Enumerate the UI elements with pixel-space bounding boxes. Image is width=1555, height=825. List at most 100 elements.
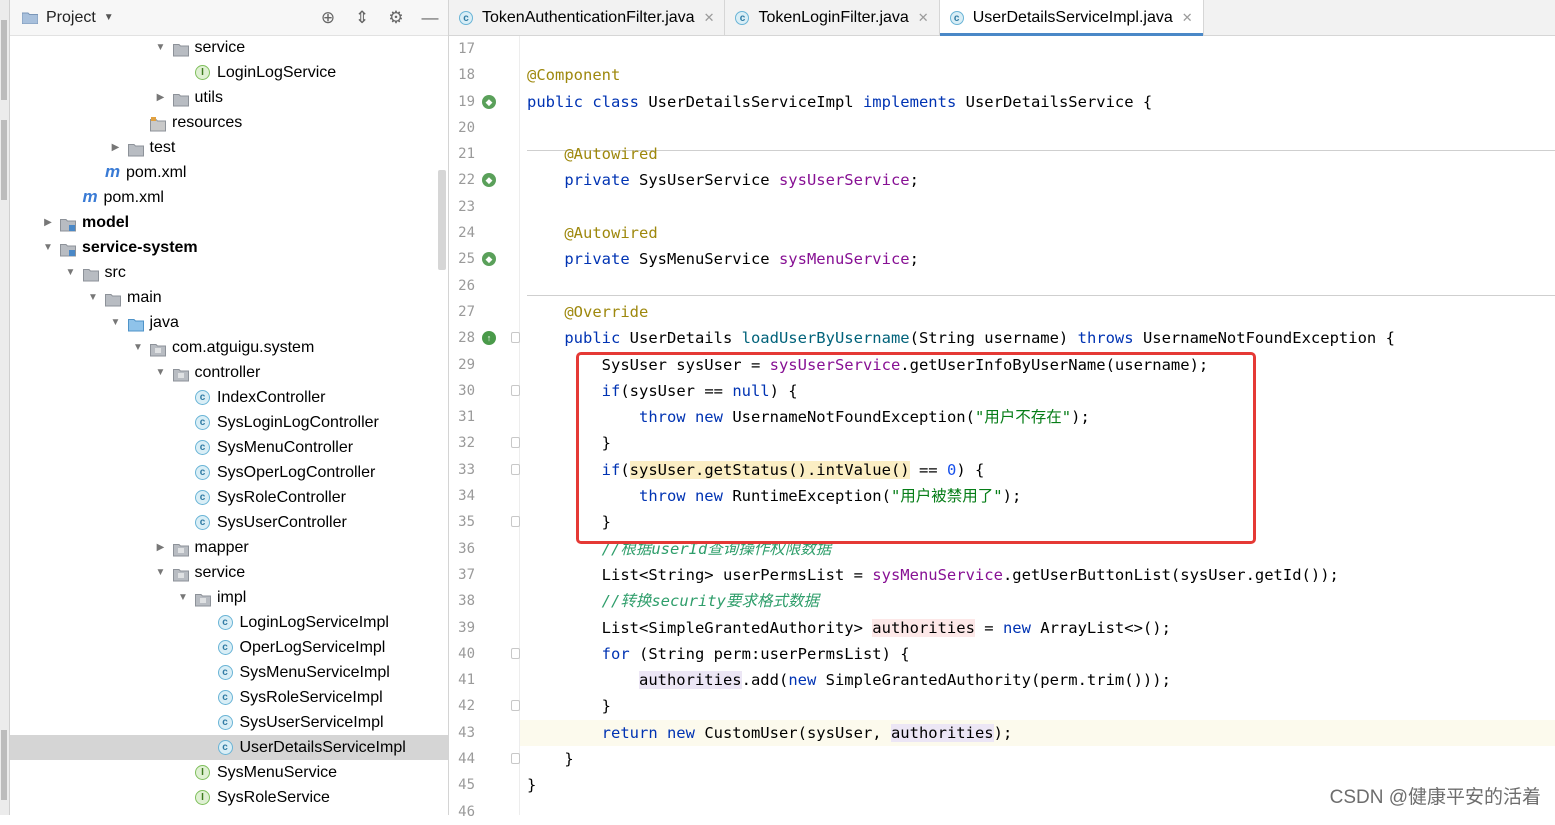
tree-item-label: pom.xml bbox=[126, 164, 187, 181]
tree-item[interactable]: c SysMenuServiceImpl bbox=[10, 660, 448, 685]
code-token: sysMenuService bbox=[872, 565, 1003, 584]
code-line[interactable]: //转换security要求格式数据 bbox=[520, 588, 1555, 614]
fold-marker-icon[interactable] bbox=[511, 332, 520, 344]
expand-arrow-down-icon[interactable]: ▼ bbox=[42, 235, 54, 260]
fold-marker-icon[interactable] bbox=[511, 753, 520, 765]
tree-item[interactable]: I LoginLogService bbox=[10, 60, 448, 85]
code-line[interactable]: return new CustomUser(sysUser, authoriti… bbox=[520, 719, 1555, 747]
tab-tokenloginfilter-java[interactable]: c TokenLoginFilter.java ✕ bbox=[725, 0, 940, 35]
tree-item[interactable]: c SysLoginLogController bbox=[10, 410, 448, 435]
fold-marker-icon[interactable] bbox=[511, 463, 520, 475]
tree-item-label: SysMenuServiceImpl bbox=[239, 664, 390, 681]
bean-marker-icon[interactable]: ◆ bbox=[482, 94, 496, 109]
view-dropdown-icon[interactable]: ▼ bbox=[104, 12, 114, 23]
minimize-icon[interactable]: — bbox=[418, 8, 442, 28]
expand-arrow-right-icon[interactable]: ▶ bbox=[155, 85, 167, 110]
fold-marker-icon[interactable] bbox=[511, 516, 520, 528]
tab-tokenauthenticationfilter-java[interactable]: c TokenAuthenticationFilter.java ✕ bbox=[449, 0, 726, 35]
close-icon[interactable]: ✕ bbox=[1182, 10, 1193, 26]
expand-arrow-down-icon[interactable]: ▼ bbox=[65, 260, 77, 285]
tree-item[interactable]: ▼ controller bbox=[10, 360, 448, 385]
tree-item[interactable]: c SysUserController bbox=[10, 510, 448, 535]
code-line[interactable]: @Autowired bbox=[520, 141, 1555, 167]
code-line[interactable]: List<String> userPermsList = sysMenuServ… bbox=[520, 562, 1555, 588]
code-line[interactable]: authorities.add(new SimpleGrantedAuthori… bbox=[520, 667, 1555, 693]
left-tool-strip[interactable] bbox=[0, 0, 10, 815]
fold-marker-icon[interactable] bbox=[511, 647, 520, 659]
collapse-all-icon[interactable]: ⇕ bbox=[350, 8, 374, 28]
tree-item[interactable]: ▼ main bbox=[10, 285, 448, 310]
tree-item[interactable]: ▼ service bbox=[10, 560, 448, 585]
tree-item[interactable]: ▼ java bbox=[10, 310, 448, 335]
expand-arrow-down-icon[interactable]: ▼ bbox=[155, 360, 167, 385]
bean-marker-icon[interactable]: ◆ bbox=[482, 173, 496, 188]
code-token: sysMenuService bbox=[778, 250, 910, 269]
code-line[interactable] bbox=[520, 115, 1555, 141]
tree-item[interactable]: ▶ utils bbox=[10, 85, 448, 110]
code-line[interactable] bbox=[520, 194, 1555, 220]
tree-item[interactable]: c SysRoleController bbox=[10, 485, 448, 510]
code-token: UserDetailsServiceImpl bbox=[648, 92, 863, 111]
expand-arrow-down-icon[interactable]: ▼ bbox=[110, 310, 122, 335]
tree-item[interactable]: ▼ service bbox=[10, 35, 448, 60]
tree-item[interactable]: m pom.xml bbox=[10, 160, 448, 185]
gear-icon[interactable]: ⚙ bbox=[384, 8, 408, 28]
expand-arrow-right-icon[interactable]: ▶ bbox=[155, 535, 167, 560]
expand-arrow-down-icon[interactable]: ▼ bbox=[155, 560, 167, 585]
bean-marker-icon[interactable]: ◆ bbox=[482, 252, 496, 267]
tree-item[interactable]: c SysOperLogController bbox=[10, 460, 448, 485]
tree-item[interactable]: I SysRoleService bbox=[10, 785, 448, 810]
expand-arrow-down-icon[interactable]: ▼ bbox=[132, 335, 144, 360]
tree-item[interactable]: c OperLogServiceImpl bbox=[10, 635, 448, 660]
code-line[interactable]: public class UserDetailsServiceImpl impl… bbox=[520, 89, 1555, 115]
expand-arrow-down-icon[interactable]: ▼ bbox=[155, 35, 167, 60]
override-marker-icon[interactable]: ↑ bbox=[482, 331, 496, 346]
code-line[interactable]: public UserDetails loadUserByUsername(St… bbox=[520, 325, 1555, 351]
tree-item[interactable]: c IndexController bbox=[10, 385, 448, 410]
line-number: 34 bbox=[458, 488, 475, 505]
expand-arrow-right-icon[interactable]: ▶ bbox=[110, 135, 122, 160]
locate-icon[interactable]: ⊕ bbox=[316, 8, 340, 28]
close-icon[interactable]: ✕ bbox=[918, 10, 929, 26]
tree-item[interactable]: c UserDetailsServiceImpl bbox=[10, 735, 448, 760]
tree-item[interactable]: ▼ src bbox=[10, 260, 448, 285]
fold-marker-icon[interactable] bbox=[511, 437, 520, 449]
tree-item[interactable]: ▼ com.atguigu.system bbox=[10, 335, 448, 360]
code-line[interactable]: private SysUserService sysUserService; bbox=[520, 167, 1555, 193]
tree-item[interactable]: ▼ service-system bbox=[10, 235, 448, 260]
code-line[interactable]: private SysMenuService sysMenuService; bbox=[520, 246, 1555, 272]
code-line[interactable]: } bbox=[520, 746, 1555, 772]
close-icon[interactable]: ✕ bbox=[704, 10, 715, 26]
code-line[interactable]: @Override bbox=[520, 299, 1555, 325]
tree-item[interactable]: c SysMenuController bbox=[10, 435, 448, 460]
tree-item[interactable]: ▶ model bbox=[10, 210, 448, 235]
tree-item[interactable]: I SysMenuService bbox=[10, 760, 448, 785]
gutter-line: 42 bbox=[449, 693, 520, 719]
code-line[interactable]: } bbox=[520, 693, 1555, 719]
tree-item[interactable]: resources bbox=[10, 110, 448, 135]
fold-marker-icon[interactable] bbox=[511, 700, 520, 712]
tree-item[interactable]: ▶ test bbox=[10, 135, 448, 160]
fold-marker-icon[interactable] bbox=[511, 384, 520, 396]
tree-item[interactable]: ▼ impl bbox=[10, 585, 448, 610]
code-line[interactable] bbox=[520, 36, 1555, 62]
tree-item[interactable]: ▶ mapper bbox=[10, 535, 448, 560]
tab-userdetailsserviceimpl-java[interactable]: c UserDetailsServiceImpl.java ✕ bbox=[939, 0, 1204, 36]
code-line[interactable]: @Autowired bbox=[520, 220, 1555, 246]
tree-item[interactable]: c SysRoleServiceImpl bbox=[10, 685, 448, 710]
editor-gutter[interactable]: 17 18 19 ◆ 20 21 22 ◆ 23 24 25 ◆ 26 27 28 ↑ 29 30 31 32 33 34… bbox=[449, 36, 520, 820]
code-line[interactable] bbox=[520, 273, 1555, 299]
expand-arrow-right-icon[interactable]: ▶ bbox=[42, 210, 54, 235]
code-line[interactable]: for (String perm:userPermsList) { bbox=[520, 641, 1555, 667]
tree-item[interactable]: c LoginLogServiceImpl bbox=[10, 610, 448, 635]
tree-scrollbar[interactable] bbox=[438, 170, 446, 270]
tree-item[interactable]: m pom.xml bbox=[10, 185, 448, 210]
expand-arrow-down-icon[interactable]: ▼ bbox=[177, 585, 189, 610]
tree-item-label: pom.xml bbox=[103, 189, 164, 206]
code-line[interactable]: @Component bbox=[520, 62, 1555, 88]
line-number: 31 bbox=[458, 409, 475, 426]
tree-item[interactable]: c SysUserServiceImpl bbox=[10, 710, 448, 735]
code-line[interactable]: List<SimpleGrantedAuthority> authorities… bbox=[520, 615, 1555, 641]
expand-arrow-down-icon[interactable]: ▼ bbox=[87, 285, 99, 310]
